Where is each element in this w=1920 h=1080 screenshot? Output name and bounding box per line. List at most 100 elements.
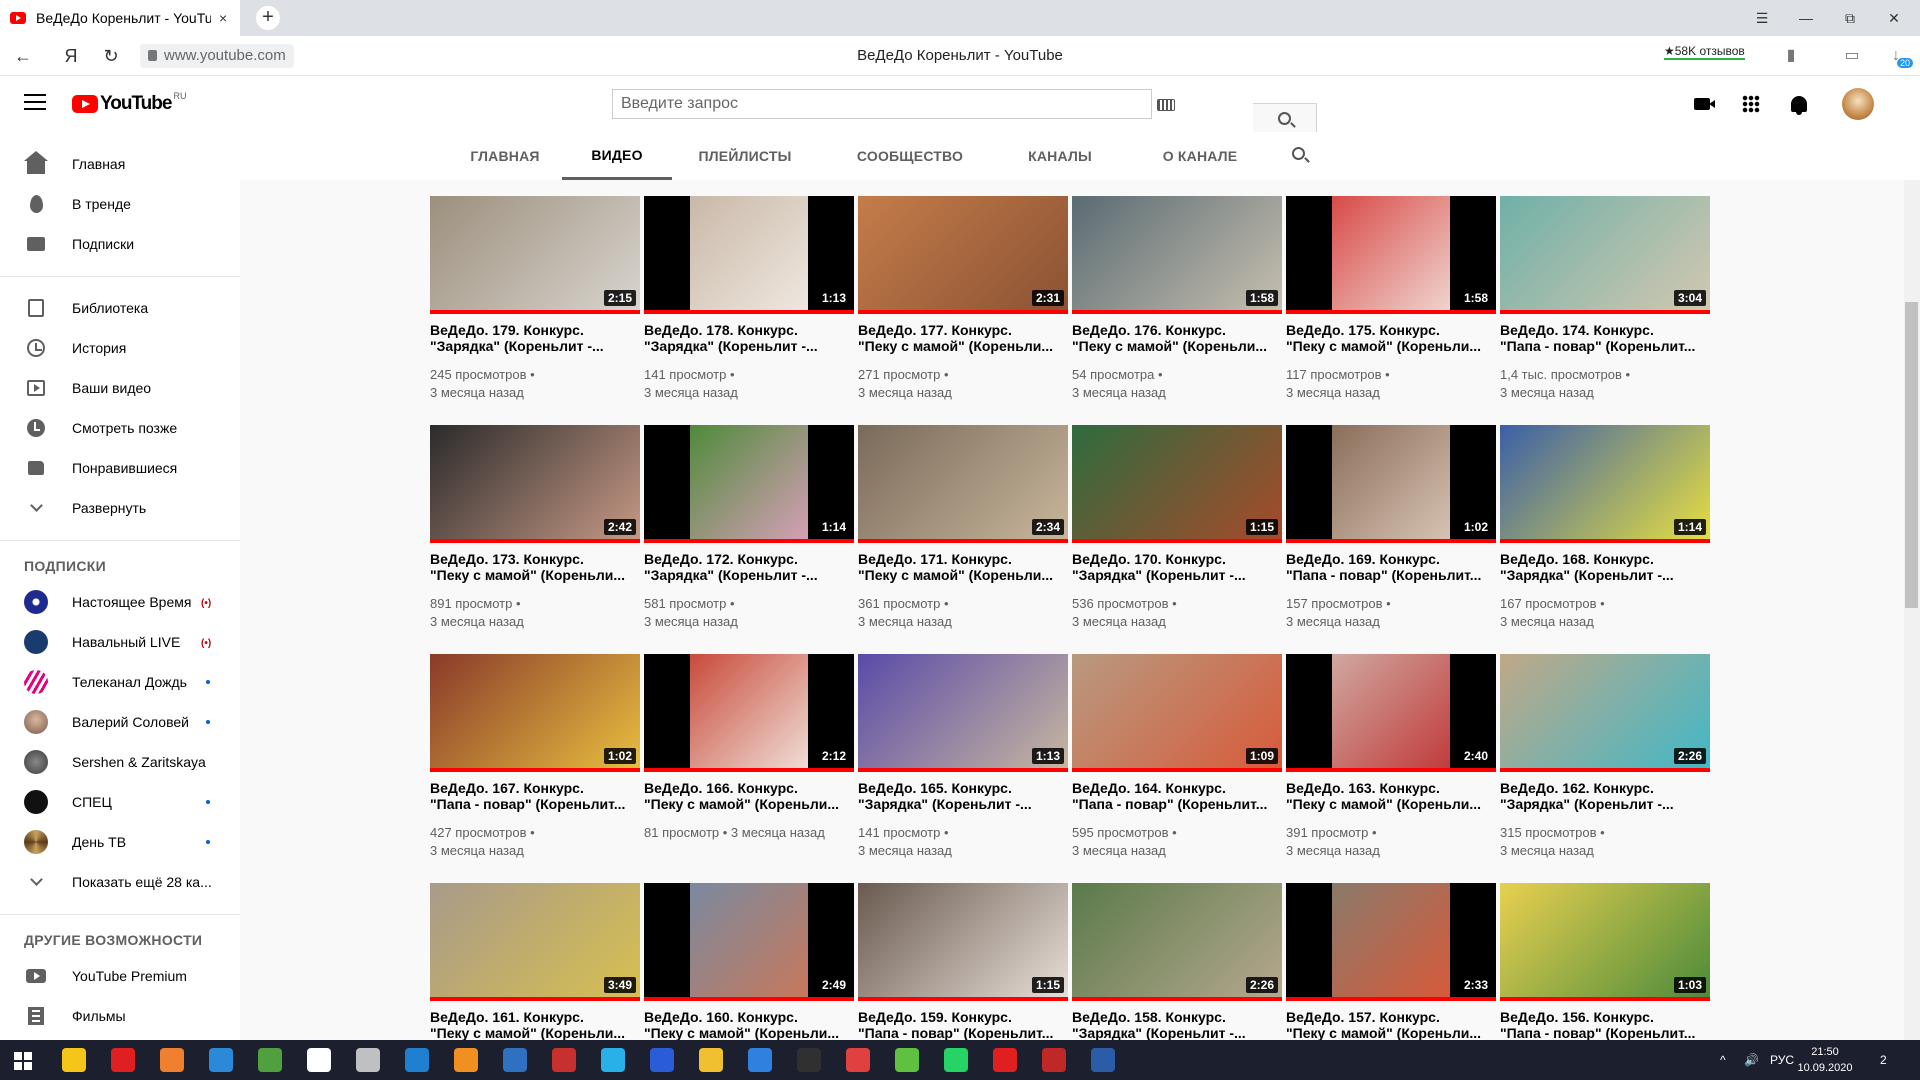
video-title[interactable]: ВеДеДо. 157. Конкурс. "Пеку с мамой" (Кор… [1286, 1009, 1496, 1040]
video-title[interactable]: ВеДеДо. 178. Конкурс. "Зарядка" (Кореньли… [644, 322, 854, 354]
create-video-button[interactable] [1690, 92, 1715, 116]
reload-button[interactable]: ↻ [98, 44, 124, 68]
taskbar-app-icon[interactable] [601, 1048, 625, 1072]
video-thumbnail[interactable]: 1:13 [644, 196, 854, 314]
video-thumbnail[interactable]: 2:26 [1500, 654, 1710, 772]
video-title[interactable]: ВеДеДо. 160. Конкурс. "Пеку с мамой" (Кор… [644, 1009, 854, 1040]
maximize-button[interactable]: ⧉ [1828, 0, 1872, 36]
taskbar-app-icon[interactable] [846, 1048, 870, 1072]
video-thumbnail[interactable]: 1:03 [1500, 883, 1710, 1001]
tab-videos[interactable]: ВИДЕО [562, 132, 672, 180]
video-title[interactable]: ВеДеДо. 159. Конкурс. "Папа - повар" (Кор… [858, 1009, 1068, 1040]
taskbar-app-icon[interactable] [405, 1048, 429, 1072]
video-card[interactable]: 1:09 ВеДеДо. 164. Конкурс. "Папа - повар" … [1072, 654, 1282, 864]
taskbar-app-icon[interactable] [209, 1048, 233, 1072]
taskbar-app-icon[interactable] [111, 1048, 135, 1072]
taskbar-app-icon[interactable] [258, 1048, 282, 1072]
windows-start-icon[interactable] [14, 1052, 32, 1070]
video-card[interactable]: 1:14 ВеДеДо. 168. Конкурс. "Зарядка" (Коре… [1500, 425, 1710, 635]
video-card[interactable]: 1:02 ВеДеДо. 167. Конкурс. "Папа - повар" … [430, 654, 640, 864]
video-title[interactable]: ВеДеДо. 158. Конкурс. "Зарядка" (Кореньли… [1072, 1009, 1282, 1040]
sidebar-subscription[interactable]: Валерий Соловей [0, 702, 240, 742]
sidebar-item-home[interactable]: Главная [0, 144, 240, 184]
taskbar-app-icon[interactable] [748, 1048, 772, 1072]
video-card[interactable]: 1:14 ВеДеДо. 172. Конкурс. "Зарядка" (Коре… [644, 425, 854, 635]
clock[interactable]: 21:50 10.09.2020 [1795, 1044, 1855, 1076]
youtube-logo[interactable]: YouTube RU [72, 91, 186, 115]
video-card[interactable]: 2:49 ВеДеДо. 160. Конкурс. "Пеку с мамой" … [644, 883, 854, 1040]
video-title[interactable]: ВеДеДо. 163. Конкурс. "Пеку с мамой" (Кор… [1286, 780, 1496, 812]
video-title[interactable]: ВеДеДо. 156. Конкурс. "Папа - повар" (Кор… [1500, 1009, 1710, 1040]
video-card[interactable]: 3:49 ВеДеДо. 161. Конкурс. "Пеку с мамой" … [430, 883, 640, 1040]
volume-icon[interactable]: 🔊 [1744, 1040, 1759, 1080]
bookmark-icon[interactable]: ▮ [1781, 46, 1801, 66]
video-title[interactable]: ВеДеДо. 167. Конкурс. "Папа - повар" (Кор… [430, 780, 640, 812]
video-thumbnail[interactable]: 1:58 [1072, 196, 1282, 314]
browser-menu-button[interactable]: ☰ [1740, 0, 1784, 36]
video-title[interactable]: ВеДеДо. 169. Конкурс. "Папа - повар" (Кор… [1286, 551, 1496, 583]
tab-community[interactable]: СООБЩЕСТВО [840, 132, 980, 180]
video-card[interactable]: 2:12 ВеДеДо. 166. Конкурс. "Пеку с мамой" … [644, 654, 854, 864]
video-card[interactable]: 1:03 ВеДеДо. 156. Конкурс. "Папа - повар" … [1500, 883, 1710, 1040]
sidebar-item-liked[interactable]: Понравившиеся [0, 448, 240, 488]
video-card[interactable]: 1:15 ВеДеДо. 170. Конкурс. "Зарядка" (Коре… [1072, 425, 1282, 635]
url-field[interactable]: www.youtube.com [140, 44, 294, 68]
video-thumbnail[interactable]: 1:09 [1072, 654, 1282, 772]
notifications-button[interactable] [1787, 92, 1811, 116]
collections-icon[interactable]: ▭ [1842, 46, 1862, 66]
video-card[interactable]: 2:15 ВеДеДо. 179. Конкурс. "Зарядка" (Коре… [430, 196, 640, 406]
sidebar-subscription[interactable]: Телеканал Дождь [0, 662, 240, 702]
video-title[interactable]: ВеДеДо. 161. Конкурс. "Пеку с мамой" (Кор… [430, 1009, 640, 1040]
browser-tab[interactable]: ВеДеДо Кореньлит - YouTube × [0, 0, 240, 36]
video-thumbnail[interactable]: 2:12 [644, 654, 854, 772]
sidebar-item-subscriptions[interactable]: Подписки [0, 224, 240, 264]
taskbar-app-icon[interactable] [356, 1048, 380, 1072]
video-thumbnail[interactable]: 2:15 [430, 196, 640, 314]
video-title[interactable]: ВеДеДо. 172. Конкурс. "Зарядка" (Кореньли… [644, 551, 854, 583]
sidebar-item-show-more[interactable]: Показать ещё 28 ка... [0, 862, 240, 902]
video-title[interactable]: ВеДеДо. 168. Конкурс. "Зарядка" (Кореньли… [1500, 551, 1710, 583]
video-thumbnail[interactable]: 2:49 [644, 883, 854, 1001]
sidebar-item-library[interactable]: Библиотека [0, 288, 240, 328]
video-title[interactable]: ВеДеДо. 171. Конкурс. "Пеку с мамой" (Кор… [858, 551, 1068, 583]
video-thumbnail[interactable]: 2:31 [858, 196, 1068, 314]
video-card[interactable]: 1:02 ВеДеДо. 169. Конкурс. "Папа - повар" … [1286, 425, 1496, 635]
video-card[interactable]: 2:42 ВеДеДо. 173. Конкурс. "Пеку с мамой" … [430, 425, 640, 635]
video-title[interactable]: ВеДеДо. 174. Конкурс. "Папа - повар" (Кор… [1500, 322, 1710, 354]
video-title[interactable]: ВеДеДо. 176. Конкурс. "Пеку с мамой" (Кор… [1072, 322, 1282, 354]
video-title[interactable]: ВеДеДо. 165. Конкурс. "Зарядка" (Кореньли… [858, 780, 1068, 812]
video-thumbnail[interactable]: 1:14 [644, 425, 854, 543]
video-title[interactable]: ВеДеДо. 166. Конкурс. "Пеку с мамой" (Кор… [644, 780, 854, 812]
sidebar-subscription[interactable]: СПЕЦ [0, 782, 240, 822]
taskbar-app-icon[interactable] [454, 1048, 478, 1072]
taskbar-app-icon[interactable] [1042, 1048, 1066, 1072]
taskbar-app-icon[interactable] [1091, 1048, 1115, 1072]
video-thumbnail[interactable]: 1:02 [430, 654, 640, 772]
sidebar-item-watch-later[interactable]: Смотреть позже [0, 408, 240, 448]
minimize-button[interactable]: — [1784, 0, 1828, 36]
video-card[interactable]: 1:13 ВеДеДо. 165. Конкурс. "Зарядка" (Коре… [858, 654, 1068, 864]
notifications-icon[interactable]: 2 [1880, 1040, 1887, 1080]
video-card[interactable]: 2:26 ВеДеДо. 158. Конкурс. "Зарядка" (Коре… [1072, 883, 1282, 1040]
video-title[interactable]: ВеДеДо. 179. Конкурс. "Зарядка" (Кореньли… [430, 322, 640, 354]
video-card[interactable]: 2:33 ВеДеДо. 157. Конкурс. "Пеку с мамой" … [1286, 883, 1496, 1040]
menu-icon[interactable] [24, 94, 46, 112]
taskbar-app-icon[interactable] [797, 1048, 821, 1072]
scrollbar-thumb[interactable] [1905, 302, 1918, 608]
video-thumbnail[interactable]: 2:40 [1286, 654, 1496, 772]
video-thumbnail[interactable]: 1:02 [1286, 425, 1496, 543]
taskbar-app-icon[interactable] [307, 1048, 331, 1072]
video-card[interactable]: 1:15 ВеДеДо. 159. Конкурс. "Папа - повар" … [858, 883, 1068, 1040]
taskbar-app-icon[interactable] [503, 1048, 527, 1072]
taskbar-app-icon[interactable] [552, 1048, 576, 1072]
video-card[interactable]: 2:26 ВеДеДо. 162. Конкурс. "Зарядка" (Коре… [1500, 654, 1710, 864]
sidebar-item-your-videos[interactable]: Ваши видео [0, 368, 240, 408]
video-card[interactable]: 2:34 ВеДеДо. 171. Конкурс. "Пеку с мамой" … [858, 425, 1068, 635]
apps-button[interactable] [1739, 92, 1763, 116]
taskbar-app-icon[interactable] [62, 1048, 86, 1072]
sidebar-item-history[interactable]: История [0, 328, 240, 368]
avatar[interactable] [1842, 88, 1874, 120]
video-card[interactable]: 1:58 ВеДеДо. 175. Конкурс. "Пеку с мамой" … [1286, 196, 1496, 406]
video-card[interactable]: 1:58 ВеДеДо. 176. Конкурс. "Пеку с мамой" … [1072, 196, 1282, 406]
tab-close-button[interactable]: × [219, 10, 227, 26]
